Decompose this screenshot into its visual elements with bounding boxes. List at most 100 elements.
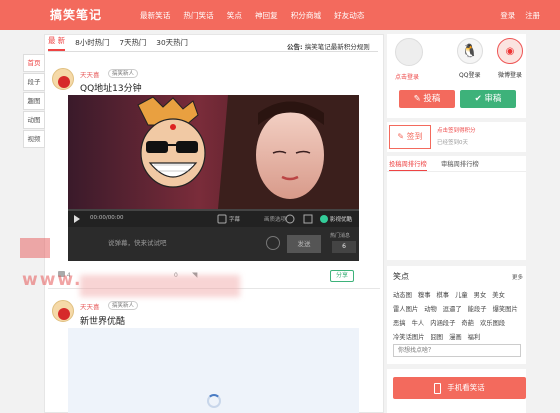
- subtitle-button[interactable]: 字幕: [229, 215, 240, 223]
- weibo-login-label[interactable]: 微博登录: [498, 70, 522, 79]
- post1-title[interactable]: QQ地址13分钟: [80, 81, 142, 94]
- quality-options[interactable]: 画质选项: [264, 215, 286, 223]
- watermark-overlay: [20, 238, 50, 263]
- tags-list: 动态图 糗事 棋事 儿童 男女 美女 雷人图片 动物 逗逼了 能段子 爆笑图片 …: [393, 290, 525, 346]
- loading-spinner-icon: [207, 394, 221, 408]
- rank-tab-review[interactable]: 审稿周排行榜: [441, 159, 479, 168]
- notice: 公告: 搞笑笔记最新积分规则: [287, 41, 370, 51]
- default-avatar-icon[interactable]: [395, 38, 423, 66]
- login-panel: 点击登录 🐧 QQ登录 ◉ 微博登录 ✎ 投稿 ✔ 审稿: [387, 34, 526, 118]
- nav-friends[interactable]: 好友动态: [334, 10, 364, 21]
- post1-share-button[interactable]: 分享: [330, 270, 354, 282]
- tag-item[interactable]: 恶搞: [393, 318, 406, 327]
- tag-item[interactable]: 牛人: [412, 318, 425, 327]
- notice-label: 公告:: [287, 43, 303, 51]
- review-button[interactable]: ✔ 审稿: [460, 90, 516, 108]
- avatar-caption[interactable]: 点击登录: [395, 72, 419, 81]
- contribute-button[interactable]: ✎ 投稿: [399, 90, 455, 108]
- play-icon: [74, 215, 80, 223]
- post2-title[interactable]: 新世界优酷: [80, 314, 125, 327]
- tag-item[interactable]: 儿童: [455, 290, 468, 299]
- tab-7d[interactable]: 7天热门: [119, 37, 146, 51]
- tag-item[interactable]: 糗事: [418, 290, 431, 299]
- hot-messages-count[interactable]: 6: [332, 241, 356, 253]
- danmaku-input[interactable]: 说弹幕，快来试试吧: [108, 237, 167, 247]
- fullscreen-icon: [303, 214, 313, 224]
- danmaku-bar: 说弹幕，快来试试吧 发送 热门消息 6: [68, 227, 359, 261]
- checkin-line1: 点击签到得积分: [437, 128, 476, 134]
- video-thumbnail: [68, 95, 359, 209]
- tag-item[interactable]: 欢乐图段: [480, 318, 505, 327]
- watermark-mark: [20, 238, 50, 258]
- main-nav: 最新笑话 热门笑话 笑点 神回复 积分商城 好友动态: [140, 10, 377, 21]
- qq-icon[interactable]: 🐧: [457, 38, 483, 64]
- register-link[interactable]: 注册: [525, 10, 540, 21]
- checkin-panel: ✎ 签到 点击签到得积分 已经签到0天: [387, 122, 526, 152]
- tab-latest[interactable]: 最 新: [48, 35, 66, 51]
- sidenav-jokes[interactable]: 段子: [23, 73, 45, 91]
- tag-item[interactable]: 爆笑图片: [493, 304, 518, 313]
- post1-badge: 搞笑新人: [108, 69, 139, 78]
- send-button[interactable]: 发送: [287, 235, 321, 253]
- tag-item[interactable]: 雷人图片: [393, 304, 418, 313]
- hot-messages-label: 热门消息: [330, 233, 351, 239]
- post2-badge: 搞笑新人: [108, 301, 139, 310]
- video-player[interactable]: 00:00/00:00 字幕 画质选项 影视优酷 说弹幕，快来试试吧 发送 热门…: [68, 95, 359, 261]
- tag-item[interactable]: 男女: [474, 290, 487, 299]
- nav-shop[interactable]: 积分商城: [291, 10, 321, 21]
- tag-item[interactable]: 动态图: [393, 290, 412, 299]
- mobile-button[interactable]: 手机看笑话: [393, 377, 526, 399]
- checkin-line2: 已经签到0天: [437, 140, 468, 146]
- tag-item[interactable]: 动物: [424, 304, 437, 313]
- watermark-blur: [80, 275, 240, 297]
- tag-item[interactable]: 福利: [468, 332, 481, 341]
- nav-hot[interactable]: 热门笑话: [183, 10, 213, 21]
- ranking-panel: 投稿周排行榜 审稿周排行榜: [387, 156, 526, 260]
- rank-tab-contrib[interactable]: 投稿周排行榜: [389, 159, 427, 171]
- tags-title: 笑点: [393, 272, 409, 281]
- nav-latest[interactable]: 最新笑话: [140, 10, 170, 21]
- search-input[interactable]: [393, 344, 521, 357]
- tab-8h[interactable]: 8小时热门: [75, 37, 109, 51]
- tags-more-link[interactable]: 更多: [512, 273, 523, 281]
- qq-login-label[interactable]: QQ登录: [459, 70, 480, 79]
- post1-avatar[interactable]: [52, 68, 74, 90]
- rank-divider: [387, 171, 526, 172]
- tag-item[interactable]: 逗逼了: [443, 304, 462, 313]
- quality-icon: [217, 214, 227, 224]
- post1-username[interactable]: 天天喜: [80, 69, 100, 79]
- notice-link[interactable]: 搞笑笔记最新积分规则: [305, 43, 370, 51]
- sidenav-pics[interactable]: 趣图: [23, 92, 45, 110]
- video-time: 00:00/00:00: [90, 215, 124, 221]
- tag-item[interactable]: 美女: [492, 290, 505, 299]
- weibo-icon[interactable]: ◉: [497, 38, 523, 64]
- emoji-icon[interactable]: [266, 236, 280, 250]
- sidenav-home[interactable]: 首页: [23, 54, 45, 72]
- site-logo[interactable]: 搞笑笔记: [50, 6, 102, 23]
- checkin-button[interactable]: ✎ 签到: [389, 125, 431, 149]
- tab-30d[interactable]: 30天热门: [156, 37, 188, 51]
- tag-item[interactable]: 冷笑话图片: [393, 332, 424, 341]
- sidenav-gifs[interactable]: 动图: [23, 111, 45, 129]
- watermark-text: www.: [22, 270, 83, 290]
- settings-icon: [285, 214, 295, 224]
- tag-item[interactable]: 棋事: [436, 290, 449, 299]
- tag-item[interactable]: 囧图: [430, 332, 443, 341]
- tag-item[interactable]: 内涵段子: [430, 318, 455, 327]
- nav-points[interactable]: 笑点: [227, 10, 242, 21]
- side-nav: 首页 段子 趣图 动图 视频: [23, 54, 45, 149]
- phone-icon: [434, 382, 442, 394]
- post2-media[interactable]: [68, 328, 359, 413]
- tag-item[interactable]: 漫画: [449, 332, 462, 341]
- post2-avatar[interactable]: [52, 300, 74, 322]
- video-controls: 00:00/00:00 字幕 画质选项 影视优酷: [68, 209, 359, 227]
- auth-links: 登录 注册: [490, 10, 540, 21]
- sidenav-videos[interactable]: 视频: [23, 130, 45, 148]
- tag-item[interactable]: 奇葩: [461, 318, 474, 327]
- video-brand: 影视优酷: [330, 217, 353, 223]
- video-frame[interactable]: [68, 95, 359, 209]
- post2-username[interactable]: 天天喜: [80, 301, 100, 311]
- tag-item[interactable]: 能段子: [468, 304, 487, 313]
- nav-replies[interactable]: 神回复: [255, 10, 278, 21]
- login-link[interactable]: 登录: [500, 10, 515, 21]
